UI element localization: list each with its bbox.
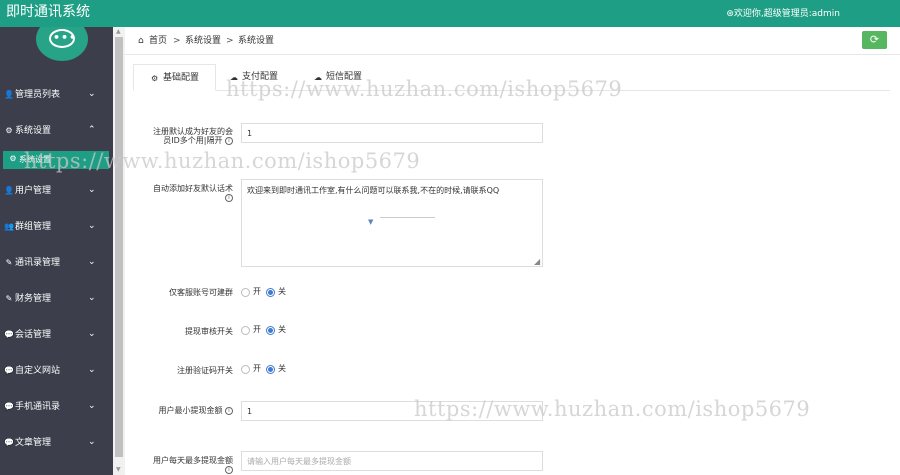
chat-icon: 💬: [4, 366, 14, 375]
gear-icon: ⚙: [151, 74, 159, 83]
breadcrumb: ⌂ 首页 > 系统设置 > 系统设置 ⟳: [125, 27, 900, 55]
radio-on[interactable]: [241, 288, 250, 297]
customer-service-group-label: 仅客服账号可建群: [169, 288, 233, 297]
chat-icon: 💬: [4, 402, 14, 411]
breadcrumb-home[interactable]: 首页: [149, 36, 167, 47]
users-icon: 👥: [4, 222, 14, 231]
radio-on[interactable]: [241, 326, 250, 335]
radio-off[interactable]: [266, 326, 275, 335]
radio-off[interactable]: [266, 365, 275, 374]
chevron-down-icon: ⌄: [88, 437, 96, 447]
sidebar-item-label: 财务管理: [15, 294, 52, 304]
sidebar: ••• 👤 管理员列表 ⌄ ⚙ 系统设置 ⌃ ⚙ 系统设置 👤 用户管理 ⌄ 👥…: [0, 27, 113, 475]
sidebar-item-groups[interactable]: 👥 群组管理 ⌄: [0, 218, 113, 238]
info-icon[interactable]: i: [225, 465, 233, 474]
chevron-down-icon: ⌄: [88, 365, 96, 375]
sidebar-item-custom-site[interactable]: 💬 自定义网站 ⌄: [0, 362, 113, 382]
edit-icon: ✎: [5, 294, 13, 303]
breadcrumb-separator: >: [173, 36, 181, 46]
default-friend-label: 注册默认成为好友的会员ID多个用|隔开 i: [153, 127, 233, 145]
max-daily-withdraw-input[interactable]: 请输入用户每天最多提现金额: [241, 451, 543, 471]
info-icon[interactable]: i: [225, 406, 233, 415]
radio-on-label: 开: [253, 287, 261, 296]
welcome-text[interactable]: ⊛欢迎你,超级管理员:admin: [726, 9, 840, 20]
chevron-down-icon: ⌄: [88, 329, 96, 339]
sidebar-item-users[interactable]: 👤 用户管理 ⌄: [0, 182, 113, 202]
auto-greeting-textarea[interactable]: 欢迎来到即时通讯工作室,有什么问题可以联系我,不在的时候,请联系QQ: [241, 179, 543, 267]
chat-icon: 💬: [4, 330, 14, 339]
home-icon[interactable]: ⌂: [138, 36, 144, 46]
min-withdraw-label: 用户最小提现金额 i: [153, 406, 233, 415]
breadcrumb-system-settings[interactable]: 系统设置: [185, 36, 221, 47]
sidebar-item-label: 手机通讯录: [15, 402, 61, 412]
gear-icon: ⚙: [5, 126, 13, 135]
watermark-text: https://www.huzhan.com/ishop5679: [226, 77, 623, 101]
scrollbar-thumb[interactable]: [115, 37, 123, 457]
cursor-icon: ▼: [368, 218, 374, 226]
sidebar-item-label: 通讯录管理: [15, 258, 61, 268]
sidebar-item-phone-contacts[interactable]: 💬 手机通讯录 ⌄: [0, 398, 113, 418]
chevron-up-icon: ⌃: [88, 125, 96, 135]
sidebar-item-label: 会话管理: [15, 330, 52, 340]
register-verify-label: 注册验证码开关: [177, 366, 233, 375]
radio-off-label: 关: [278, 325, 286, 334]
sidebar-item-articles[interactable]: 💬 文章管理 ⌄: [0, 434, 113, 454]
dots-icon: •••: [53, 31, 78, 44]
radio-off-label: 关: [278, 287, 286, 296]
top-bar: 即时通讯系统 ⊛欢迎你,超级管理员:admin: [0, 0, 900, 27]
radio-on[interactable]: [241, 365, 250, 374]
sidebar-item-label: 文章管理: [15, 438, 52, 448]
watermark-text: https://www.huzhan.com/ishop5679: [24, 149, 421, 173]
chevron-down-icon: ⌄: [88, 401, 96, 411]
info-icon[interactable]: i: [225, 193, 233, 202]
sidebar-scrollbar[interactable]: ▲ ▼: [113, 27, 125, 475]
sidebar-item-admin-list[interactable]: 👤 管理员列表 ⌄: [0, 86, 113, 106]
refresh-button[interactable]: ⟳: [862, 31, 887, 49]
sidebar-item-label: 群组管理: [15, 222, 52, 232]
scroll-down-icon[interactable]: ▼: [116, 466, 121, 473]
auto-greeting-label: 自动添加好友默认话术 i: [153, 184, 233, 202]
withdraw-review-label: 提现审核开关: [185, 327, 233, 336]
radio-off[interactable]: [266, 288, 275, 297]
chat-logo-icon: •••: [36, 27, 88, 61]
gear-icon: ⚙: [9, 154, 17, 163]
chevron-down-icon: ⌄: [88, 89, 96, 99]
chevron-down-icon: ⌄: [88, 185, 96, 195]
sidebar-item-system-settings[interactable]: ⚙ 系统设置 ⌃: [0, 122, 113, 142]
radio-on-label: 开: [253, 364, 261, 373]
sidebar-item-label: 自定义网站: [15, 366, 61, 376]
refresh-icon: ⟳: [869, 33, 880, 46]
edit-icon: ✎: [5, 258, 13, 267]
chevron-down-icon: ⌄: [88, 221, 96, 231]
sidebar-item-sessions[interactable]: 💬 会话管理 ⌄: [0, 326, 113, 346]
user-icon: 👤: [4, 186, 14, 195]
tab-label: 基础配置: [163, 73, 200, 83]
sidebar-item-finance[interactable]: ✎ 财务管理 ⌄: [0, 290, 113, 310]
sidebar-item-contacts[interactable]: ✎ 通讯录管理 ⌄: [0, 254, 113, 274]
watermark-text: https://www.huzhan.com/ishop5679: [414, 397, 811, 421]
max-daily-withdraw-label: 用户每天最多提现金额 i: [153, 456, 233, 474]
resize-handle-icon[interactable]: ◢: [534, 257, 540, 266]
sidebar-item-label: 用户管理: [15, 186, 52, 196]
app-title: 即时通讯系统: [6, 4, 90, 20]
breadcrumb-separator: >: [226, 36, 234, 46]
info-icon[interactable]: i: [225, 136, 233, 145]
chevron-down-icon: ⌄: [88, 293, 96, 303]
radio-on-label: 开: [253, 325, 261, 334]
divider: [380, 217, 435, 218]
scroll-up-icon[interactable]: ▲: [116, 28, 121, 35]
tab-basic-config[interactable]: ⚙ 基础配置: [133, 64, 216, 91]
breadcrumb-current: 系统设置: [238, 36, 275, 46]
default-friend-input[interactable]: 1: [241, 123, 543, 143]
chevron-down-icon: ⌄: [88, 257, 96, 267]
sidebar-item-label: 系统设置: [15, 126, 52, 136]
sidebar-item-label: 管理员列表: [15, 90, 61, 100]
chat-icon: 💬: [4, 438, 14, 447]
radio-off-label: 关: [278, 364, 286, 373]
user-icon: 👤: [4, 90, 14, 99]
